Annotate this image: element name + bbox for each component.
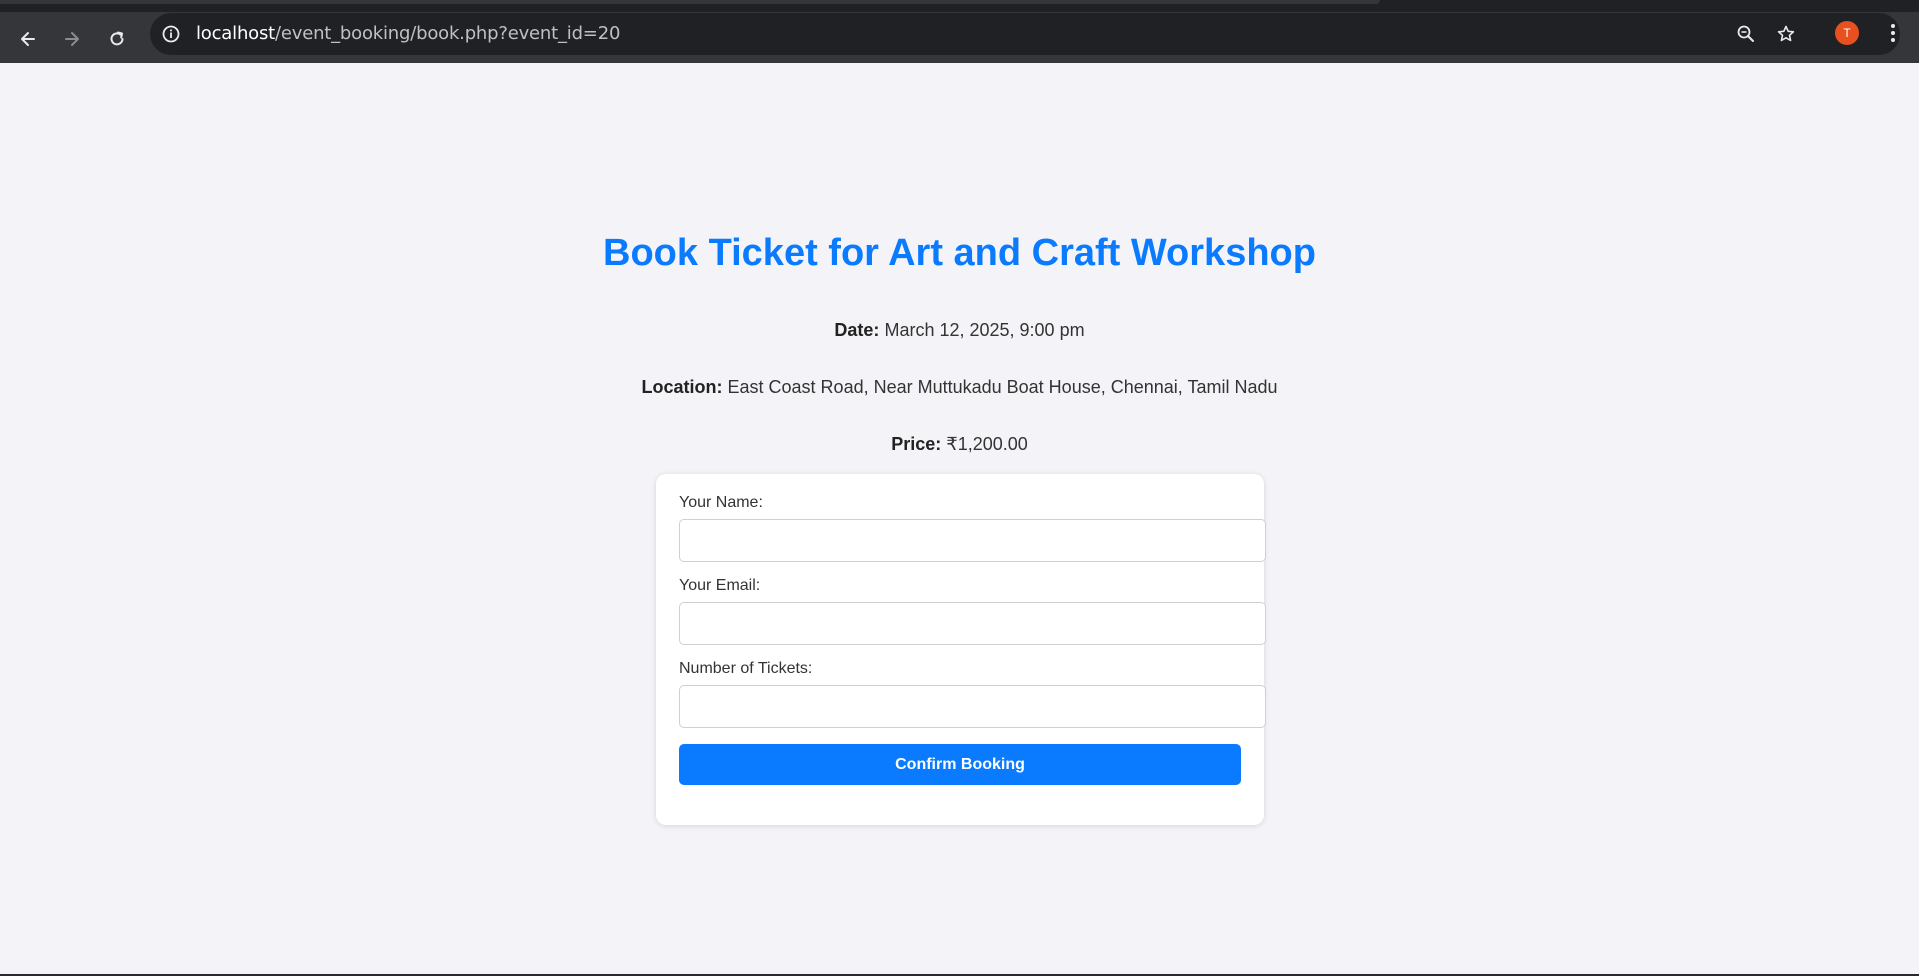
browser-chrome: localhost/event_booking/book.php?event_i…: [0, 0, 1919, 63]
browser-toolbar: localhost/event_booking/book.php?event_i…: [0, 12, 1919, 63]
name-label: Your Name:: [679, 494, 763, 511]
date-value: March 12, 2025, 9:00 pm: [884, 320, 1085, 340]
url-host: localhost: [196, 23, 275, 44]
location-label: Location:: [641, 377, 723, 397]
tickets-input[interactable]: [679, 685, 1266, 728]
profile-avatar[interactable]: T: [1835, 21, 1859, 45]
price-label: Price:: [891, 434, 942, 454]
event-location: Location: East Coast Road, Near Muttukad…: [0, 377, 1919, 398]
location-value: East Coast Road, Near Muttukadu Boat Hou…: [727, 377, 1278, 397]
price-value: ₹1,200.00: [946, 434, 1028, 454]
date-label: Date:: [834, 320, 880, 340]
star-icon[interactable]: [1773, 21, 1799, 47]
page-title: Book Ticket for Art and Craft Workshop: [603, 232, 1316, 274]
kebab-menu-icon[interactable]: [1880, 20, 1906, 46]
email-input[interactable]: [679, 602, 1266, 645]
tab-strip: [0, 0, 1919, 12]
forward-arrow-icon[interactable]: [57, 24, 87, 54]
email-label: Your Email:: [679, 577, 761, 594]
tickets-label: Number of Tickets:: [679, 660, 813, 677]
url-text[interactable]: localhost/event_booking/book.php?event_i…: [196, 23, 620, 44]
back-arrow-icon[interactable]: [13, 24, 43, 54]
event-date: Date: March 12, 2025, 9:00 pm: [0, 320, 1919, 341]
address-bar[interactable]: localhost/event_booking/book.php?event_i…: [150, 13, 1900, 55]
active-tab[interactable]: [0, 0, 1380, 4]
event-price: Price: ₹1,200.00: [0, 434, 1919, 455]
reload-icon[interactable]: [102, 24, 132, 54]
site-info-icon[interactable]: [158, 21, 184, 47]
confirm-booking-button[interactable]: Confirm Booking: [679, 744, 1241, 785]
zoom-icon[interactable]: [1733, 21, 1759, 47]
url-path: /event_booking/book.php?event_id=20: [275, 23, 621, 44]
name-input[interactable]: [679, 519, 1266, 562]
booking-form: Your Name: Your Email: Number of Tickets…: [656, 474, 1266, 825]
